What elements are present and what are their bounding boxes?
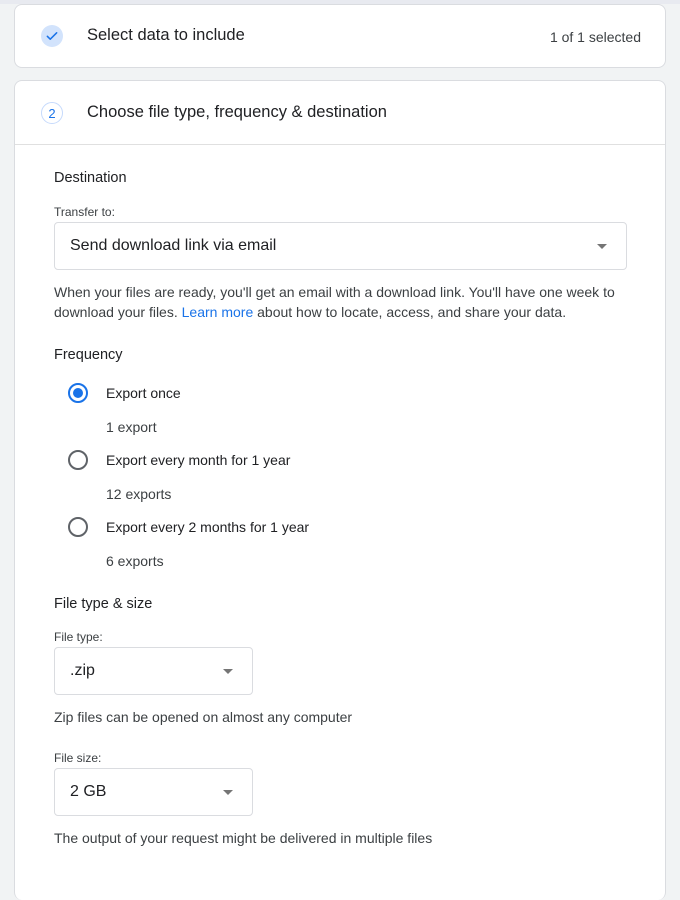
chevron-down-icon	[597, 244, 607, 249]
radio-export-bimonthly-count: 6 exports	[106, 553, 164, 569]
radio-export-once[interactable]	[68, 383, 88, 403]
transfer-to-label: Transfer to:	[54, 205, 115, 219]
file-size-label: File size:	[54, 751, 102, 765]
selected-count: 1 of 1 selected	[549, 29, 641, 45]
radio-export-bimonthly-label[interactable]: Export every 2 months for 1 year	[106, 519, 309, 535]
destination-help-text: When your files are ready, you'll get an…	[54, 284, 615, 320]
step-file-options: 2 Choose file type, frequency & destinat…	[14, 80, 666, 900]
radio-export-once-count: 1 export	[106, 419, 157, 435]
chevron-down-icon	[223, 669, 233, 674]
step-select-data[interactable]: Select data to include 1 of 1 selected	[14, 4, 666, 68]
frequency-heading: Frequency	[54, 347, 123, 363]
radio-export-monthly[interactable]	[68, 450, 88, 470]
step-complete-check-icon	[41, 25, 63, 47]
file-size-select[interactable]: 2 GB	[54, 768, 253, 816]
radio-export-monthly-count: 12 exports	[106, 486, 172, 502]
file-type-help-text: Zip files can be opened on almost any co…	[54, 709, 353, 725]
file-size-value: 2 GB	[70, 783, 107, 800]
file-type-size-heading: File type & size	[54, 596, 153, 612]
step-number-badge: 2	[41, 102, 63, 124]
learn-more-link[interactable]: Learn more	[182, 304, 254, 320]
transfer-to-value: Send download link via email	[70, 237, 277, 254]
radio-export-once-label[interactable]: Export once	[106, 385, 181, 401]
file-type-label: File type:	[54, 630, 103, 644]
chevron-down-icon	[223, 790, 233, 795]
destination-heading: Destination	[54, 170, 127, 186]
radio-export-bimonthly[interactable]	[68, 517, 88, 537]
file-type-value: .zip	[70, 662, 95, 679]
file-type-select[interactable]: .zip	[54, 647, 253, 695]
step-select-data-title: Select data to include	[87, 26, 245, 44]
step-file-options-title: Choose file type, frequency & destinatio…	[87, 103, 387, 121]
transfer-to-select[interactable]: Send download link via email	[54, 222, 627, 270]
file-size-help-text: The output of your request might be deli…	[54, 830, 433, 846]
header-divider	[15, 144, 665, 145]
radio-export-monthly-label[interactable]: Export every month for 1 year	[106, 452, 290, 468]
